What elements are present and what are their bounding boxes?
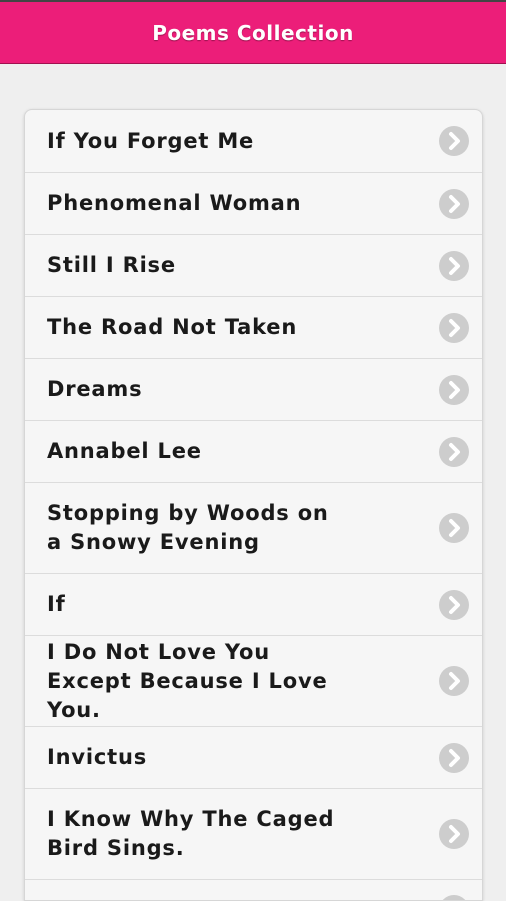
- chevron-right-icon: [439, 895, 469, 900]
- app-title: Poems Collection: [152, 20, 354, 45]
- chevron-right-icon: [439, 589, 469, 620]
- chevron-right-icon: [439, 436, 469, 467]
- poem-title: The Road Not Taken: [47, 315, 298, 339]
- list-item[interactable]: [25, 880, 482, 900]
- list-item[interactable]: The Road Not Taken: [25, 297, 482, 359]
- list-item[interactable]: Stopping by Woods on a Snowy Evening: [25, 483, 482, 574]
- list-item[interactable]: Phenomenal Woman: [25, 173, 482, 235]
- list-item[interactable]: I Do Not Love You Except Because I Love …: [25, 636, 482, 727]
- chevron-right-icon: [439, 819, 469, 849]
- poem-title: Invictus: [47, 745, 147, 769]
- poem-title: I Know Why The Caged Bird Sings.: [47, 807, 335, 860]
- poem-title: Still I Rise: [47, 253, 176, 277]
- list-item[interactable]: Still I Rise: [25, 235, 482, 297]
- app-header: Poems Collection: [0, 0, 506, 64]
- chevron-right-icon: [439, 666, 469, 696]
- chevron-right-icon: [439, 188, 469, 219]
- poem-title: Phenomenal Woman: [47, 191, 302, 215]
- poem-title: Dreams: [47, 377, 143, 401]
- list-item[interactable]: If: [25, 574, 482, 636]
- list-item[interactable]: Annabel Lee: [25, 421, 482, 483]
- list-item[interactable]: If You Forget Me: [25, 110, 482, 173]
- chevron-right-icon: [439, 513, 469, 543]
- poem-title: I Do Not Love You Except Because I Love …: [47, 639, 328, 722]
- chevron-right-icon: [439, 250, 469, 281]
- chevron-right-icon: [439, 374, 469, 405]
- poem-title: Stopping by Woods on a Snowy Evening: [47, 501, 329, 554]
- poem-title: If: [47, 592, 66, 616]
- poem-list: If You Forget Me Phenomenal Woman Still …: [24, 109, 483, 901]
- chevron-right-icon: [439, 742, 469, 773]
- chevron-right-icon: [439, 126, 469, 156]
- poem-title: Annabel Lee: [47, 439, 202, 463]
- chevron-right-icon: [439, 312, 469, 343]
- list-item[interactable]: Dreams: [25, 359, 482, 421]
- poem-title: If You Forget Me: [47, 128, 255, 153]
- list-item[interactable]: Invictus: [25, 727, 482, 789]
- list-item[interactable]: I Know Why The Caged Bird Sings.: [25, 789, 482, 880]
